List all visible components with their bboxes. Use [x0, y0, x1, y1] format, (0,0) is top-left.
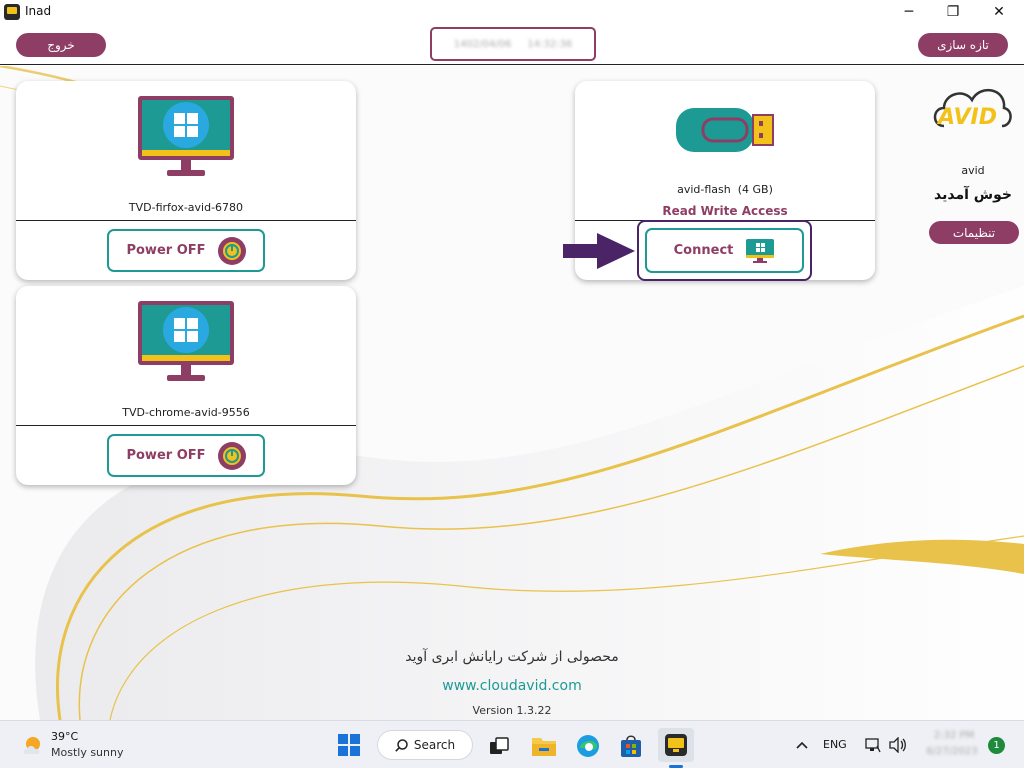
settings-button[interactable]: تنظیمات	[929, 221, 1019, 244]
network-icon[interactable]	[864, 735, 882, 755]
clock-date[interactable]: 6/27/2023	[924, 746, 980, 757]
clock-time[interactable]: 2:32 PM	[930, 730, 978, 741]
minimize-button[interactable]: ─	[886, 0, 932, 24]
window-title: Inad	[25, 4, 52, 18]
windows-start-icon	[338, 734, 360, 756]
microsoft-store-icon[interactable]	[617, 732, 645, 760]
app-icon	[4, 4, 20, 20]
language-indicator[interactable]: ENG	[823, 738, 847, 751]
flash-name: avid-flash	[677, 183, 731, 196]
connect-button[interactable]: Connect	[645, 228, 804, 273]
weather-icon[interactable]	[20, 733, 46, 759]
app-header: خروج 1402/04/06 14:32:36 تازه سازی	[0, 24, 1024, 65]
windows-taskbar: 39°C Mostly sunny Search ENG 2:32 PM 6/2…	[0, 720, 1024, 768]
time-text: 14:32:36	[527, 38, 573, 50]
desktop-name: TVD-chrome-avid-9556	[122, 406, 250, 419]
weather-desc: Mostly sunny	[51, 746, 124, 759]
notification-badge[interactable]: 1	[988, 737, 1005, 754]
usb-flash-icon	[676, 108, 774, 152]
inad-app-icon	[665, 734, 687, 756]
start-button[interactable]	[336, 732, 362, 758]
logo-text: AVID	[936, 105, 997, 130]
chevron-up-icon[interactable]	[793, 735, 811, 755]
power-icon	[217, 441, 246, 470]
weather-temp: 39°C	[51, 730, 79, 743]
connect-label: Connect	[673, 243, 734, 258]
task-view-icon[interactable]	[486, 733, 512, 759]
version-text: Version 1.3.22	[472, 704, 552, 717]
power-off-label: Power OFF	[126, 243, 206, 258]
datetime-box: 1402/04/06 14:32:36	[430, 27, 596, 61]
arrow-right-icon	[563, 233, 635, 269]
card-divider	[16, 425, 356, 426]
refresh-button[interactable]: تازه سازی	[918, 33, 1008, 57]
window-titlebar: Inad ─ ❐ ✕	[0, 0, 1024, 24]
power-off-button[interactable]: Power OFF	[107, 434, 265, 477]
flash-info: avid-flash (4 GB)	[575, 183, 875, 196]
website-link[interactable]: www.cloudavid.com	[360, 678, 664, 694]
card-divider	[16, 220, 356, 221]
search-icon	[395, 738, 408, 752]
inad-app-taskbar-button[interactable]	[658, 728, 694, 762]
monitor-connect-icon	[746, 238, 775, 263]
search-label: Search	[413, 738, 456, 752]
monitor-windows-icon	[138, 301, 234, 381]
desktop-card: TVD-firfox-avid-6780 Power OFF	[16, 81, 356, 280]
date-text: 1402/04/06	[453, 38, 512, 50]
maximize-button[interactable]: ❐	[930, 0, 976, 24]
volume-icon[interactable]	[888, 735, 908, 755]
file-explorer-icon[interactable]	[530, 732, 558, 760]
welcome-text: خوش آمدید	[934, 187, 1012, 203]
logout-button[interactable]: خروج	[16, 33, 106, 57]
username: avid	[961, 164, 985, 177]
avid-logo: AVID	[930, 78, 1014, 138]
close-button[interactable]: ✕	[976, 0, 1022, 24]
power-off-button[interactable]: Power OFF	[107, 229, 265, 272]
edge-browser-icon[interactable]	[574, 732, 602, 760]
desktop-name: TVD-firfox-avid-6780	[128, 201, 244, 214]
product-text: محصولی از شرکت رایانش ابری آوید	[405, 649, 619, 665]
flash-size: (4 GB)	[737, 183, 773, 196]
power-icon	[217, 236, 246, 265]
taskbar-search[interactable]: Search	[377, 730, 473, 760]
flash-access: Read Write Access	[662, 204, 788, 218]
power-off-label: Power OFF	[126, 448, 206, 463]
desktop-card: TVD-chrome-avid-9556 Power OFF	[16, 286, 356, 485]
monitor-windows-icon	[138, 96, 234, 176]
